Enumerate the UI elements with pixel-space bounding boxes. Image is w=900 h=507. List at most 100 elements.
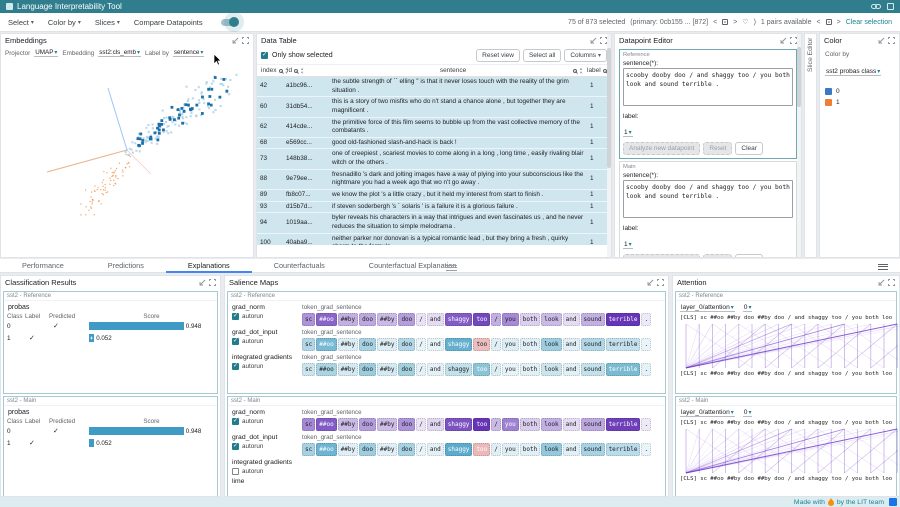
token-chip[interactable]: doo (398, 313, 415, 326)
minimize-icon[interactable] (780, 37, 787, 44)
token-chip[interactable]: doo (359, 338, 376, 351)
autorun-checkbox[interactable]: ✓ (232, 418, 239, 425)
token-chip[interactable]: doo (359, 313, 376, 326)
menu-icon[interactable] (878, 262, 888, 271)
token-chip[interactable]: you (502, 363, 519, 376)
tab-predictions[interactable]: Predictions (86, 259, 166, 273)
token-chip[interactable]: both (520, 418, 540, 431)
token-chip[interactable]: / (416, 363, 426, 376)
clear-selection-link[interactable]: Clear selection (846, 19, 892, 26)
head-select[interactable]: 0▾ (743, 409, 753, 417)
token-chip[interactable]: terrible (606, 363, 641, 376)
token-chip[interactable]: too (473, 443, 490, 456)
token-chip[interactable]: / (491, 338, 501, 351)
token-chip[interactable]: terrible (606, 443, 641, 456)
token-chip[interactable]: look (541, 313, 561, 326)
minimize-icon[interactable] (199, 279, 206, 286)
tab-counterfactuals[interactable]: Counterfactuals (252, 259, 347, 273)
token-chip[interactable]: terrible (606, 418, 641, 431)
token-chip[interactable]: too (473, 313, 490, 326)
compare-datapoints-toggle[interactable] (221, 19, 238, 26)
token-chip[interactable]: too (473, 338, 490, 351)
primary-next-button[interactable]: > (733, 19, 737, 26)
maximize-icon[interactable] (888, 37, 895, 44)
table-row[interactable]: 6031db54...this is a story of two misfit… (257, 97, 611, 117)
token-chip[interactable]: both (520, 443, 540, 456)
table-row[interactable]: 68e569cc...good old-fashioned slash-and-… (257, 138, 611, 150)
head-select[interactable]: 0▾ (743, 304, 753, 312)
token-chip[interactable]: ##by (377, 338, 397, 351)
table-row[interactable]: 889e79ee...fresnadillo 's dark and jolti… (257, 170, 611, 190)
favorite-icon[interactable]: ♡ (742, 18, 748, 26)
sentence-textarea[interactable]: scooby dooby doo / and shaggy too / you … (623, 68, 793, 106)
reset-view-button[interactable]: Reset view (476, 49, 520, 62)
token-chip[interactable]: sound (581, 443, 605, 456)
token-chip[interactable]: terrible (606, 338, 641, 351)
token-chip[interactable]: / (491, 363, 501, 376)
primary-prev-button[interactable]: < (713, 19, 717, 26)
token-chip[interactable]: / (491, 443, 501, 456)
token-chip[interactable]: sc (302, 313, 315, 326)
token-chip[interactable]: look (541, 338, 561, 351)
table-row[interactable]: 42a1bc96...the subtle strength of `` ell… (257, 77, 611, 97)
token-chip[interactable]: doo (398, 338, 415, 351)
layer-select[interactable]: layer_0/attention▾ (680, 409, 735, 417)
token-chip[interactable]: doo (398, 363, 415, 376)
token-chip[interactable]: shaggy (445, 443, 473, 456)
token-chip[interactable]: / (416, 313, 426, 326)
select-all-button[interactable]: Select all (523, 49, 561, 62)
token-chip[interactable]: terrible (606, 313, 641, 326)
token-chip[interactable]: doo (359, 418, 376, 431)
token-chip[interactable]: sc (302, 338, 315, 351)
label-select[interactable]: 1▾ (623, 241, 633, 249)
layer-select[interactable]: layer_0/attention▾ (680, 304, 735, 312)
token-chip[interactable]: shaggy (445, 338, 473, 351)
slices-menu[interactable]: Slices▾ (95, 18, 120, 27)
color-by-select[interactable]: sst2 probas class▾ (825, 68, 881, 76)
token-chip[interactable]: both (520, 338, 540, 351)
columns-button[interactable]: Columns▾ (564, 49, 607, 62)
pair-next-button[interactable]: > (837, 19, 841, 26)
search-icon[interactable] (279, 69, 283, 73)
maximize-icon[interactable] (657, 279, 664, 286)
token-chip[interactable]: ##by (338, 338, 358, 351)
token-chip[interactable]: sc (302, 443, 315, 456)
token-chip[interactable]: doo (359, 443, 376, 456)
token-chip[interactable]: sc (302, 363, 315, 376)
token-chip[interactable]: and (427, 338, 444, 351)
token-chip[interactable]: ##oo (316, 338, 336, 351)
editor-scrollbar[interactable] (797, 34, 801, 258)
analyze-new-datapoint-button[interactable]: Analyze new datapoint (623, 142, 700, 155)
focus-datapoint-icon[interactable] (722, 19, 728, 25)
clear-button[interactable]: Clear (735, 254, 763, 258)
sort-icon[interactable]: ▲▼ (579, 67, 583, 74)
autorun-checkbox[interactable] (232, 468, 239, 475)
token-chip[interactable]: and (563, 443, 580, 456)
maximize-icon[interactable] (209, 279, 216, 286)
token-chip[interactable]: / (491, 418, 501, 431)
docs-icon[interactable] (887, 3, 894, 10)
token-chip[interactable]: / (416, 443, 426, 456)
slice-editor-tab[interactable]: Slice Editor (804, 33, 817, 258)
tab-explanations[interactable]: Explanations (166, 259, 252, 273)
token-chip[interactable]: and (427, 418, 444, 431)
token-chip[interactable]: and (563, 313, 580, 326)
token-chip[interactable]: shaggy (445, 363, 473, 376)
reset-button[interactable]: Reset (703, 142, 732, 155)
autorun-checkbox[interactable]: ✓ (232, 313, 239, 320)
autorun-checkbox[interactable]: ✓ (232, 443, 239, 450)
minimize-icon[interactable] (878, 279, 885, 286)
table-row[interactable]: 89fb8c07...we know the plot 's a little … (257, 190, 611, 202)
select-menu[interactable]: Select▾ (8, 18, 34, 27)
token-chip[interactable]: ##oo (316, 363, 336, 376)
token-chip[interactable]: sound (581, 313, 605, 326)
token-chip[interactable]: ##by (377, 443, 397, 456)
search-icon[interactable] (573, 69, 577, 73)
token-chip[interactable]: . (641, 443, 651, 456)
minimize-icon[interactable] (647, 279, 654, 286)
token-chip[interactable]: look (541, 443, 561, 456)
token-chip[interactable]: and (563, 363, 580, 376)
token-chip[interactable]: and (563, 418, 580, 431)
token-chip[interactable]: and (427, 363, 444, 376)
only-show-selected-checkbox[interactable]: ✓ (261, 52, 268, 59)
